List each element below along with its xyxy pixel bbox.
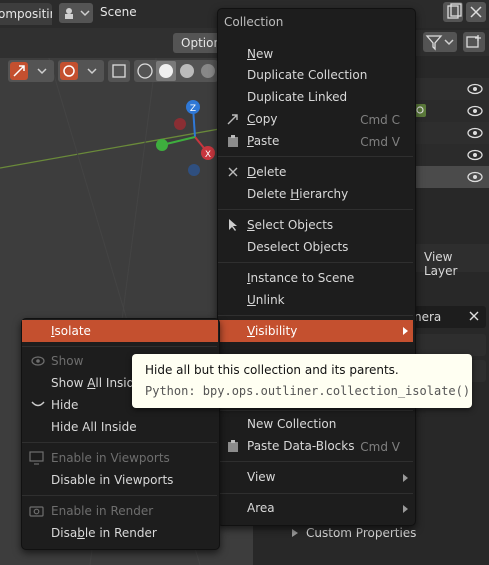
shortcut-paste: Cmd V [360,135,400,149]
visibility-eye-icon[interactable] [467,127,483,139]
submenu-item-disable-in-render[interactable]: Disable in Render [51,524,157,542]
menu-separator [218,315,413,316]
submenu-item-hide-all-inside[interactable]: Hide All Inside [51,418,137,436]
submenu-item-show[interactable]: Show [51,352,83,370]
menu-item-unlink[interactable]: Unlink [247,291,285,309]
tooltip-python: Python: bpy.ops.outliner.collection_isol… [145,384,471,398]
copy-icon [227,114,238,125]
submenu-item-show-all-inside[interactable]: Show All Inside [51,374,142,392]
rendered-shading-icon [201,64,215,78]
visibility-eye-icon[interactable] [467,83,483,95]
remove-scene-icon[interactable] [466,2,486,22]
menu-item-deselect-objects[interactable]: Deselect Objects [247,238,348,256]
scene-selector[interactable] [59,3,93,23]
delete-x-icon [228,167,238,177]
expand-triangle-icon[interactable] [290,528,300,538]
shortcut-paste-data-blocks: Cmd V [360,440,400,454]
paste-icon [228,440,238,452]
name-field-value: nera [414,310,442,324]
submenu-arrow-icon [403,505,408,513]
shading-modes[interactable] [134,60,218,82]
menu-title: Collection [224,15,284,29]
solid-shading-icon [159,64,173,78]
new-collection-icon[interactable] [463,32,485,52]
tooltip-description: Hide all but this collection and its par… [145,363,399,377]
submenu-item-isolate[interactable]: Isolate [51,322,91,340]
menu-item-new-collection[interactable]: New Collection [247,415,336,433]
submenu-item-enable-in-viewports[interactable]: Enable in Viewports [51,449,170,467]
submenu-item-hide[interactable]: Hide [51,396,78,414]
menu-item-view[interactable]: View [247,468,275,486]
menu-separator [218,262,413,263]
menu-item-delete-hierarchy[interactable]: Delete Hierarchy [247,185,348,203]
menu-item-instance-to-scene[interactable]: Instance to Scene [247,269,354,287]
material-shading-icon [180,64,194,78]
menu-item-duplicate-linked[interactable]: Duplicate Linked [247,88,347,106]
filter-dropdown[interactable] [423,32,457,52]
custom-properties-panel[interactable]: Custom Properties [306,526,416,540]
camera-icon [29,506,44,517]
closed-eye-icon [31,401,45,407]
submenu-separator [22,346,217,347]
property-field[interactable] [414,334,486,356]
scene-icon [65,8,90,19]
overlay-toggle[interactable] [108,60,130,82]
menu-item-select-objects[interactable]: Select Objects [247,216,333,234]
submenu-item-disable-in-viewports[interactable]: Disable in Viewports [51,471,173,489]
new-scene-icon[interactable] [443,2,463,22]
filter-icon [425,35,454,51]
navigation-gizmo[interactable]: Z X [150,95,220,185]
menu-item-area[interactable]: Area [247,499,275,517]
wireframe-shading-icon [137,63,153,79]
scene-name[interactable]: Scene [100,5,137,19]
menu-separator [218,493,413,494]
paste-icon [228,135,238,147]
menu-separator [218,410,413,411]
x-axis-label: X [205,150,211,160]
workspace-tab-label: ompositing [0,7,52,21]
cursor-arrow-icon [229,219,237,231]
clear-field-icon[interactable] [468,310,480,322]
shortcut-copy: Cmd C [360,113,400,127]
z-axis-label: Z [190,104,196,114]
menu-item-new[interactable]: New [247,45,273,63]
menu-separator [218,156,413,157]
submenu-arrow-icon [403,474,408,482]
view-layer-label[interactable]: View Layer [424,250,489,278]
menu-item-delete[interactable]: Delete [247,163,286,181]
menu-separator [218,209,413,210]
submenu-arrow-icon [403,327,408,335]
menu-item-visibility[interactable]: Visibility [247,322,297,340]
monitor-icon [29,451,44,465]
submenu-separator [22,442,217,443]
visibility-eye-icon[interactable] [467,105,483,117]
camera-data-icon [415,104,426,117]
submenu-item-enable-in-render[interactable]: Enable in Render [51,502,153,520]
visibility-eye-icon[interactable] [467,149,483,161]
menu-item-paste-data-blocks[interactable]: Paste Data-Blocks [247,437,354,455]
menu-item-copy[interactable]: Copy [247,110,277,128]
submenu-separator [22,495,217,496]
menu-separator [218,461,413,462]
workspace-tab-compositing[interactable]: ompositing [0,3,52,25]
eye-icon [31,356,45,366]
snap-dropdown[interactable] [58,60,104,82]
transform-orientation-dropdown[interactable] [8,60,54,82]
menu-item-paste[interactable]: Paste [247,132,279,150]
visibility-eye-icon[interactable] [467,171,483,183]
menu-item-duplicate-collection[interactable]: Duplicate Collection [247,66,367,84]
options-button[interactable]: Option [173,33,223,53]
